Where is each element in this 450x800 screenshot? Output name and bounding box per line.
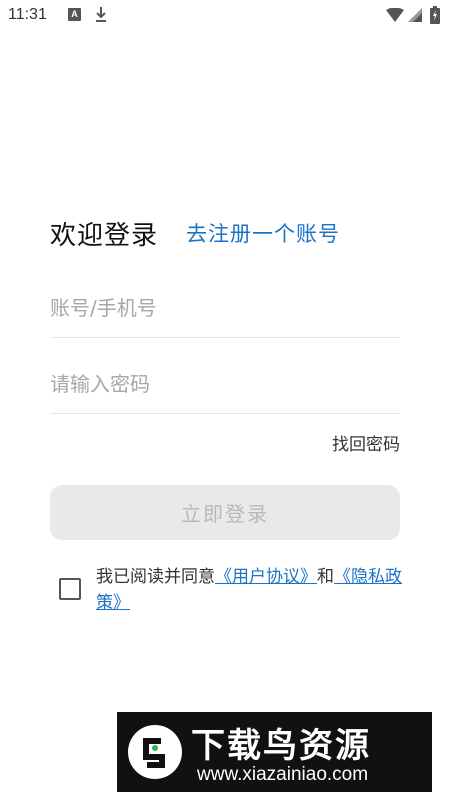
cell-signal-icon (408, 8, 422, 22)
wifi-icon (386, 8, 404, 22)
bird-logo-icon (128, 725, 182, 779)
password-field-container (50, 354, 400, 414)
watermark-url: www.xiazainiao.com (197, 764, 369, 785)
watermark-banner: 下载鸟资源 www.xiazainiao.com (117, 712, 432, 792)
agreement-text: 我已阅读并同意《用户协议》和《隐私政策》 (96, 564, 406, 616)
password-input[interactable] (50, 354, 400, 413)
account-input[interactable] (50, 278, 400, 337)
a-notification-icon: A (68, 8, 81, 21)
download-icon (96, 7, 106, 22)
agreement-prefix: 我已阅读并同意 (96, 567, 215, 587)
agreement-and: 和 (317, 567, 334, 587)
agreement-checkbox[interactable] (59, 578, 81, 600)
page-title: 欢迎登录 (50, 221, 159, 251)
login-button[interactable]: 立即登录 (50, 485, 400, 540)
account-field-container (50, 278, 400, 338)
register-link[interactable]: 去注册一个账号 (186, 218, 340, 248)
user-agreement-link[interactable]: 《用户协议》 (215, 567, 317, 587)
status-bar: 11:31 A (0, 0, 450, 32)
forgot-password-link[interactable]: 找回密码 (332, 430, 400, 455)
watermark-title: 下载鸟资源 (191, 726, 371, 766)
status-time: 11:31 (8, 6, 47, 23)
battery-icon (430, 6, 440, 24)
